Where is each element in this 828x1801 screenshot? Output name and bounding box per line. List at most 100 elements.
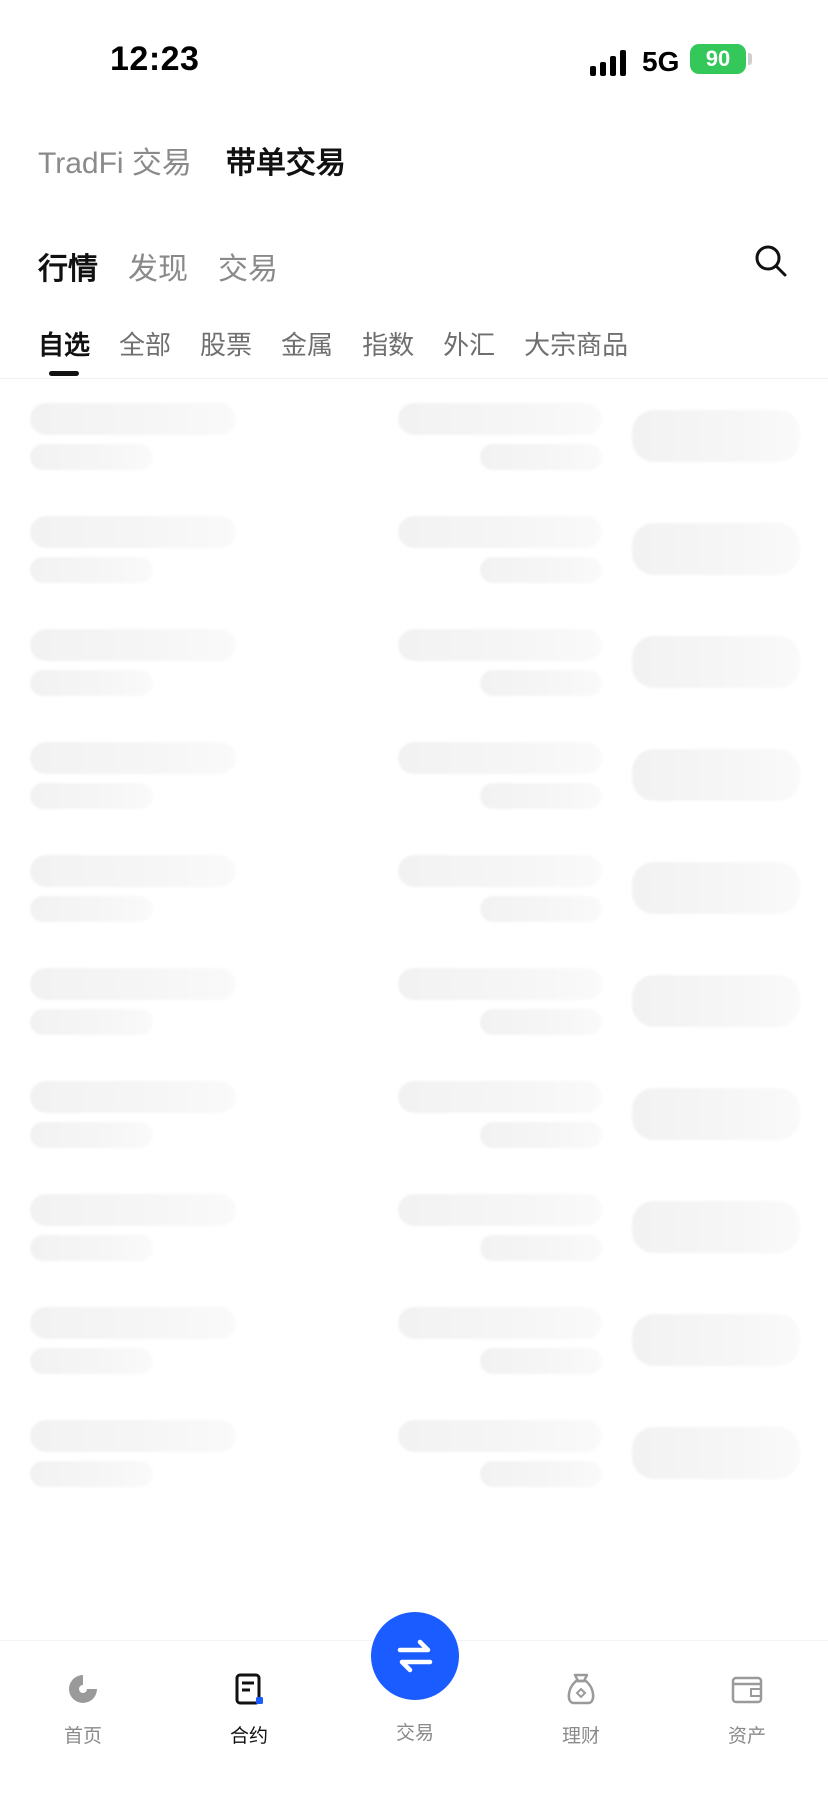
tab-trade[interactable]: 交易	[218, 244, 278, 288]
skeleton-placeholder	[30, 516, 236, 548]
category-tab-label: 大宗商品	[524, 330, 629, 360]
skeleton-row	[0, 1304, 828, 1417]
skeleton-placeholder	[30, 1009, 153, 1035]
skeleton-placeholder	[480, 1009, 602, 1035]
skeleton-placeholder	[398, 629, 602, 661]
signal-strength-icon	[590, 48, 630, 76]
skeleton-row	[0, 626, 828, 739]
tabs-divider	[0, 378, 828, 379]
skeleton-placeholder	[480, 557, 602, 583]
skeleton-placeholder	[398, 1081, 602, 1113]
skeleton-placeholder	[398, 516, 602, 548]
trade-fab-button[interactable]	[371, 1612, 459, 1700]
skeleton-placeholder	[632, 975, 800, 1027]
category-tab-stocks[interactable]: 股票	[200, 325, 252, 362]
category-tabs: 自选 全部 股票 金属 指数 外汇 大宗商品	[38, 325, 657, 376]
skeleton-placeholder	[30, 1420, 236, 1452]
skeleton-placeholder	[398, 1307, 602, 1339]
mode-tab-tradfi[interactable]: TradFi 交易	[38, 138, 192, 182]
nav-item-finance[interactable]: 理财	[526, 1669, 636, 1748]
skeleton-placeholder	[398, 968, 602, 1000]
skeleton-row	[0, 965, 828, 1078]
category-tab-watchlist[interactable]: 自选	[38, 325, 91, 376]
skeleton-row	[0, 1417, 828, 1530]
nav-label-trade[interactable]: 交易	[360, 1718, 470, 1745]
skeleton-placeholder	[632, 1201, 800, 1253]
tab-discover[interactable]: 发现	[128, 244, 188, 288]
main-tabs: 行情 发现 交易	[38, 244, 278, 288]
active-tab-indicator	[49, 371, 79, 376]
status-bar: 12:23 5G 90	[0, 0, 828, 120]
skeleton-placeholder	[632, 523, 800, 575]
nav-label-home: 首页	[63, 1726, 102, 1747]
skeleton-row	[0, 739, 828, 852]
skeleton-placeholder	[30, 855, 236, 887]
skeleton-placeholder	[632, 1088, 800, 1140]
skeleton-placeholder	[30, 1122, 153, 1148]
market-list-skeleton	[0, 400, 828, 1530]
finance-bag-icon	[567, 1673, 595, 1705]
skeleton-row	[0, 400, 828, 513]
skeleton-placeholder	[30, 1081, 236, 1113]
skeleton-placeholder	[30, 444, 153, 470]
contract-icon	[235, 1673, 263, 1705]
skeleton-placeholder	[30, 783, 153, 809]
skeleton-placeholder	[30, 403, 236, 435]
skeleton-placeholder	[30, 968, 236, 1000]
skeleton-placeholder	[30, 742, 236, 774]
skeleton-row	[0, 852, 828, 965]
wallet-icon	[731, 1676, 763, 1704]
tab-market[interactable]: 行情	[38, 244, 98, 288]
skeleton-placeholder	[30, 1235, 153, 1261]
skeleton-placeholder	[480, 444, 602, 470]
home-icon	[69, 1675, 97, 1703]
skeleton-placeholder	[30, 670, 153, 696]
skeleton-placeholder	[30, 557, 153, 583]
skeleton-placeholder	[632, 862, 800, 914]
nav-label-assets: 资产	[727, 1726, 766, 1747]
network-type: 5G	[642, 46, 680, 77]
category-tab-indices[interactable]: 指数	[362, 325, 414, 362]
category-tab-label: 股票	[200, 330, 253, 360]
nav-label-finance: 理财	[561, 1726, 600, 1747]
skeleton-row	[0, 1191, 828, 1304]
skeleton-placeholder	[480, 896, 602, 922]
skeleton-placeholder	[398, 403, 602, 435]
battery-cap	[748, 53, 752, 65]
skeleton-placeholder	[632, 1314, 800, 1366]
mode-switch: TradFi 交易 带单交易	[38, 138, 346, 182]
skeleton-placeholder	[632, 1427, 800, 1479]
category-tab-forex[interactable]: 外汇	[443, 325, 495, 362]
nav-item-contract[interactable]: 合约	[194, 1669, 304, 1748]
skeleton-placeholder	[398, 855, 602, 887]
skeleton-placeholder	[480, 1461, 602, 1487]
category-tab-metals[interactable]: 金属	[281, 325, 333, 362]
category-tab-commodities[interactable]: 大宗商品	[524, 325, 628, 362]
skeleton-placeholder	[480, 1235, 602, 1261]
category-tab-label: 全部	[119, 330, 172, 360]
skeleton-placeholder	[632, 410, 800, 462]
skeleton-placeholder	[398, 1420, 602, 1452]
skeleton-row	[0, 1078, 828, 1191]
category-tab-label: 外汇	[443, 330, 496, 360]
nav-label-contract: 合约	[229, 1726, 268, 1747]
skeleton-placeholder	[480, 1122, 602, 1148]
nav-item-home[interactable]: 首页	[28, 1669, 138, 1748]
search-button[interactable]	[752, 242, 790, 280]
skeleton-placeholder	[480, 670, 602, 696]
skeleton-placeholder	[30, 629, 236, 661]
battery-icon: 90	[690, 44, 746, 74]
skeleton-placeholder	[30, 1307, 236, 1339]
skeleton-placeholder	[480, 1348, 602, 1374]
skeleton-placeholder	[632, 749, 800, 801]
category-tab-label: 自选	[38, 330, 91, 360]
skeleton-row	[0, 513, 828, 626]
skeleton-placeholder	[30, 1348, 153, 1374]
skeleton-placeholder	[30, 1461, 153, 1487]
skeleton-placeholder	[480, 783, 602, 809]
nav-item-assets[interactable]: 资产	[692, 1669, 802, 1748]
category-tab-all[interactable]: 全部	[119, 325, 171, 362]
category-tab-label: 金属	[281, 330, 334, 360]
mode-tab-copy-trading[interactable]: 带单交易	[226, 138, 346, 182]
status-time: 12:23	[110, 40, 200, 78]
